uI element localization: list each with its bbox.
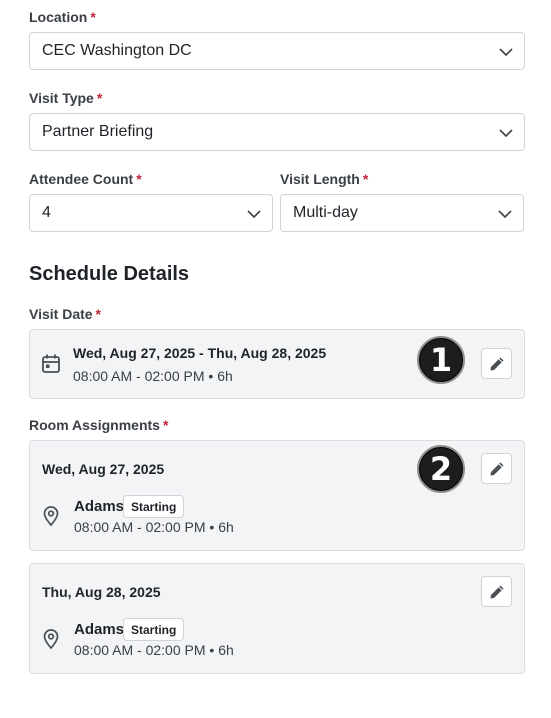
visit-date-range: Wed, Aug 27, 2025 - Thu, Aug 28, 2025 bbox=[73, 345, 327, 361]
marker-badge: 2 bbox=[417, 445, 465, 493]
room-assignments-label: Room Assignments * bbox=[29, 417, 169, 433]
location-value: CEC Washington DC bbox=[42, 42, 192, 59]
visit-length-label: Visit Length * bbox=[280, 171, 369, 187]
attendee-count-label: Attendee Count * bbox=[29, 171, 142, 187]
room-day-date: Wed, Aug 27, 2025 bbox=[42, 461, 165, 477]
visit-type-label: Visit Type * bbox=[29, 90, 103, 106]
visit-length-value: Multi-day bbox=[293, 204, 358, 221]
visit-date-label: Visit Date * bbox=[29, 306, 101, 322]
starting-badge: Starting bbox=[123, 495, 185, 518]
room-assignment-card: Thu, Aug 28, 2025 Adams Starting 08:00 A… bbox=[29, 563, 525, 674]
visit-type-select[interactable]: Partner Briefing bbox=[29, 113, 525, 151]
room-time: 08:00 AM - 02:00 PM • 6h bbox=[74, 642, 234, 658]
visit-type-value: Partner Briefing bbox=[42, 123, 154, 140]
room-day-date: Thu, Aug 28, 2025 bbox=[42, 584, 161, 600]
chevron-down-icon bbox=[499, 129, 513, 138]
visit-date-time: 08:00 AM - 02:00 PM • 6h bbox=[73, 368, 233, 384]
location-pin-icon bbox=[43, 629, 59, 650]
location-select[interactable]: CEC Washington DC bbox=[29, 32, 525, 70]
pencil-icon bbox=[490, 357, 503, 370]
visit-date-card: Wed, Aug 27, 2025 - Thu, Aug 28, 2025 08… bbox=[29, 329, 525, 399]
pencil-icon bbox=[490, 462, 503, 475]
schedule-details-title: Schedule Details bbox=[29, 263, 190, 285]
visit-length-select[interactable]: Multi-day bbox=[280, 194, 524, 232]
room-assignment-card: Wed, Aug 27, 2025 2 Adams Starting 08:00… bbox=[29, 440, 525, 551]
pencil-icon bbox=[490, 585, 503, 598]
room-name: Adams bbox=[74, 621, 125, 638]
calendar-icon bbox=[42, 354, 60, 373]
location-pin-icon bbox=[43, 506, 59, 527]
edit-room-day1-button[interactable] bbox=[481, 453, 512, 484]
starting-badge: Starting bbox=[123, 618, 185, 641]
edit-visit-date-button[interactable] bbox=[481, 348, 512, 379]
attendee-count-value: 4 bbox=[42, 204, 51, 221]
chevron-down-icon bbox=[247, 210, 261, 219]
edit-room-day2-button[interactable] bbox=[481, 576, 512, 607]
location-label: Location * bbox=[29, 9, 96, 25]
attendee-count-select[interactable]: 4 bbox=[29, 194, 273, 232]
chevron-down-icon bbox=[499, 48, 513, 57]
room-time: 08:00 AM - 02:00 PM • 6h bbox=[74, 519, 234, 535]
room-name: Adams bbox=[74, 498, 125, 515]
chevron-down-icon bbox=[498, 210, 512, 219]
marker-badge: 1 bbox=[417, 336, 465, 384]
